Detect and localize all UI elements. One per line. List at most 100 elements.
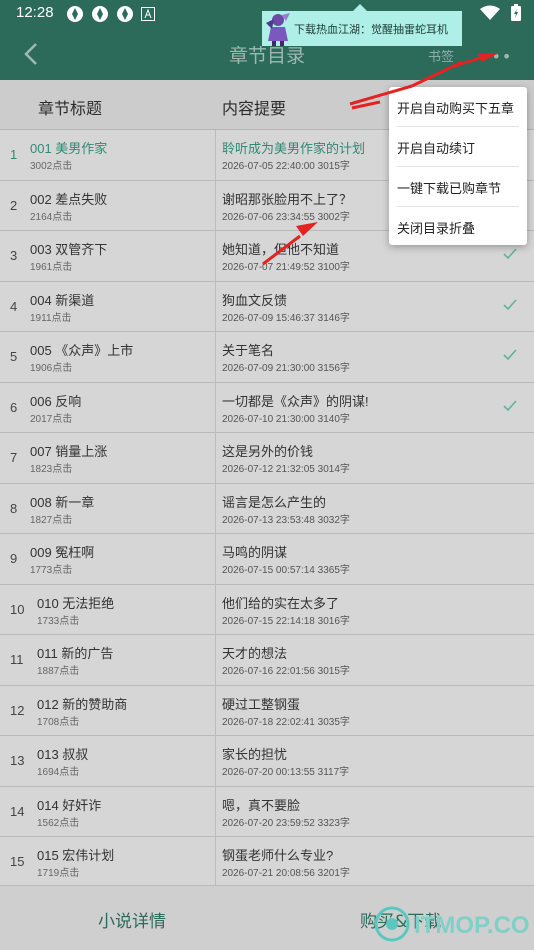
chapter-summary: 关于笔名: [222, 343, 275, 358]
chapter-meta: 2026-07-09 15:46:37 3146字: [222, 312, 350, 324]
chapter-clicks: 1906点击: [30, 363, 73, 374]
column-summary-label: 内容提要: [222, 99, 287, 118]
chapter-title: 010 无法拒绝: [37, 595, 115, 611]
chapter-summary: 谢昭那张脸用不上了？: [222, 191, 353, 207]
chapter-meta: 2026-07-20 00:13:55 3117字: [222, 767, 350, 778]
chapter-meta: 2026-07-21 20:08:56 3201字: [222, 868, 350, 879]
menu-item-auto-renew[interactable]: 开启自动续订: [389, 127, 527, 167]
chapter-number: 13: [10, 753, 25, 768]
menu-item-auto-buy[interactable]: 开启自动购买下五章: [389, 87, 527, 127]
chapter-meta: 2026-07-16 22:01:56 3015字: [222, 666, 350, 677]
chapter-row[interactable]: 8 008 新一章 1827点击 谣言是怎么产生的 2026-07-13 23:53:4…: [0, 483, 534, 534]
chapter-clicks: 1719点击: [37, 868, 80, 879]
chapter-number: 11: [10, 652, 24, 667]
chapter-number: 8: [10, 500, 18, 516]
chapter-title: 007 销量上涨: [30, 444, 108, 459]
column-divider: [215, 685, 216, 735]
chapter-meta: 2026-07-15 00:57:14 3365字: [222, 565, 350, 576]
chapter-title: 014 好奸诈: [37, 797, 102, 813]
chapter-summary: 聆听成为美男作家的计划: [222, 141, 366, 156]
column-divider: [215, 433, 216, 483]
chapter-title: 003 双管齐下: [30, 242, 108, 257]
chapter-summary: 天才的想法: [222, 646, 288, 661]
chapter-number: 1: [10, 147, 18, 162]
menu-item-label: 开启自动购买下五章: [397, 101, 515, 116]
menu-item-close-fold[interactable]: 关闭目录折叠: [389, 207, 527, 247]
column-divider: [215, 382, 216, 432]
ad-banner[interactable]: 下载热血江湖：觉醒抽雷蛇耳机: [262, 11, 462, 46]
chapter-number: 10: [10, 601, 25, 617]
notification-icon: [92, 6, 108, 22]
novel-detail-button[interactable]: 小说详情: [98, 907, 166, 932]
chapter-row[interactable]: 12 012 新的赞助商 1708点击 硬过工整钢蛋 2026-07-18 22:02:…: [0, 685, 534, 736]
chapter-number: 15: [10, 854, 25, 869]
column-title-label: 章节标题: [38, 99, 103, 118]
chapter-row[interactable]: 6 006 反响 2017点击 一切都是《众声》的阴谋! 2026-07-10 21:3…: [0, 382, 534, 433]
column-divider: [215, 786, 216, 836]
watermark-logo: ITMOP.COM: [374, 906, 530, 942]
watermark-text: ITMOP.COM: [414, 912, 530, 939]
chapter-clicks: 2164点击: [30, 211, 73, 223]
column-divider: [215, 332, 216, 382]
chapter-number: 7: [10, 450, 18, 465]
chapter-title: 013 叔叔: [37, 747, 89, 762]
ad-pointer: [353, 4, 367, 11]
chapter-meta: 2026-07-15 22:14:18 3016字: [222, 615, 350, 627]
chapter-title: 012 新的赞助商: [37, 696, 128, 712]
chapter-row[interactable]: 9 009 冤枉啊 1773点击 马鸣的阴谋 2026-07-15 00:57:14 3…: [0, 534, 534, 585]
chapter-meta: 2026-07-09 21:30:00 3156字: [222, 363, 350, 374]
chapter-summary: 钢蛋老师什么专业?: [222, 848, 334, 863]
column-divider: [215, 736, 216, 786]
chapter-clicks: 1827点击: [30, 514, 73, 526]
chapter-number: 2: [10, 197, 18, 213]
column-divider: [215, 281, 216, 331]
chapter-row[interactable]: 13 013 叔叔 1694点击 家长的担忧 2026-07-20 00:13:55 3…: [0, 736, 534, 787]
menu-item-download-purchased[interactable]: 一键下载已购章节: [389, 167, 527, 207]
chapter-title: 008 新一章: [30, 494, 95, 510]
menu-item-label: 开启自动续订: [397, 141, 476, 156]
chapter-row[interactable]: 15 015 宏伟计划 1719点击 钢蛋老师什么专业? 2026-07-21 20:0…: [0, 837, 534, 885]
chapter-row[interactable]: 7 007 销量上涨 1823点击 这是另外的价钱 2026-07-12 21:32:0…: [0, 433, 534, 484]
column-divider: [215, 635, 216, 685]
chapter-number: 5: [10, 349, 18, 364]
chapter-row[interactable]: 10 010 无法拒绝 1733点击 他们给的实在太多了 2026-07-15 22:1…: [0, 584, 534, 635]
chapter-meta: 2026-07-20 23:59:52 3323字: [222, 817, 350, 829]
chapter-title: 011 新的广告: [37, 646, 114, 661]
overflow-menu: 开启自动购买下五章 开启自动续订 一键下载已购章节 关闭目录折叠: [389, 87, 527, 245]
ad-text: 下载热血江湖：觉醒抽雷蛇耳机: [294, 22, 448, 36]
chapter-title: 009 冤枉啊: [30, 545, 95, 560]
status-icons: [480, 4, 522, 22]
chapter-number: 4: [10, 298, 18, 314]
chapter-row[interactable]: 14 014 好奸诈 1562点击 嗯，真不要脸 2026-07-20 23:59:52…: [0, 786, 534, 837]
chapter-title: 006 反响: [30, 393, 82, 409]
column-divider: [215, 837, 216, 885]
chapter-title: 002 差点失败: [30, 191, 108, 207]
chapter-clicks: 1887点击: [37, 666, 80, 677]
chapter-row[interactable]: 5 005 《众声》上市 1906点击 关于笔名 2026-07-09 21:30:00…: [0, 332, 534, 383]
chapter-summary: 一切都是《众声》的阴谋!: [222, 393, 369, 409]
notification-icon: [67, 6, 83, 22]
check-icon: [503, 349, 517, 361]
bookmark-button[interactable]: 书签: [428, 46, 454, 65]
chapter-meta: 2026-07-12 21:32:05 3014字: [222, 464, 350, 475]
chapter-summary: 马鸣的阴谋: [222, 545, 288, 560]
column-divider: [215, 534, 216, 584]
chapter-summary: 她知道，但他不知道: [222, 242, 340, 257]
column-divider: [215, 130, 216, 180]
chapter-title: 001 美男作家: [30, 141, 108, 156]
chapter-clicks: 1911点击: [30, 312, 72, 324]
chapter-summary: 嗯，真不要脸: [222, 797, 301, 813]
chapter-meta: 2026-07-07 21:49:52 3100字: [222, 262, 350, 273]
chapter-row[interactable]: 4 004 新渠道 1911点击 狗血文反馈 2026-07-09 15:46:37 3…: [0, 281, 534, 332]
status-time: 12:28: [16, 4, 54, 21]
chapter-title: 015 宏伟计划: [37, 848, 115, 863]
chapter-meta: 2026-07-06 23:34:55 3002字: [222, 211, 350, 223]
column-divider: [215, 483, 216, 533]
chapter-row[interactable]: 11 011 新的广告 1887点击 天才的想法 2026-07-16 22:01:56…: [0, 635, 534, 686]
more-icon[interactable]: •••: [481, 47, 512, 66]
chapter-summary: 狗血文反馈: [222, 292, 288, 308]
column-divider: [215, 231, 216, 281]
check-icon: [503, 298, 517, 310]
chapter-meta: 2026-07-18 22:02:41 3035字: [222, 716, 350, 728]
check-icon: [503, 248, 517, 260]
